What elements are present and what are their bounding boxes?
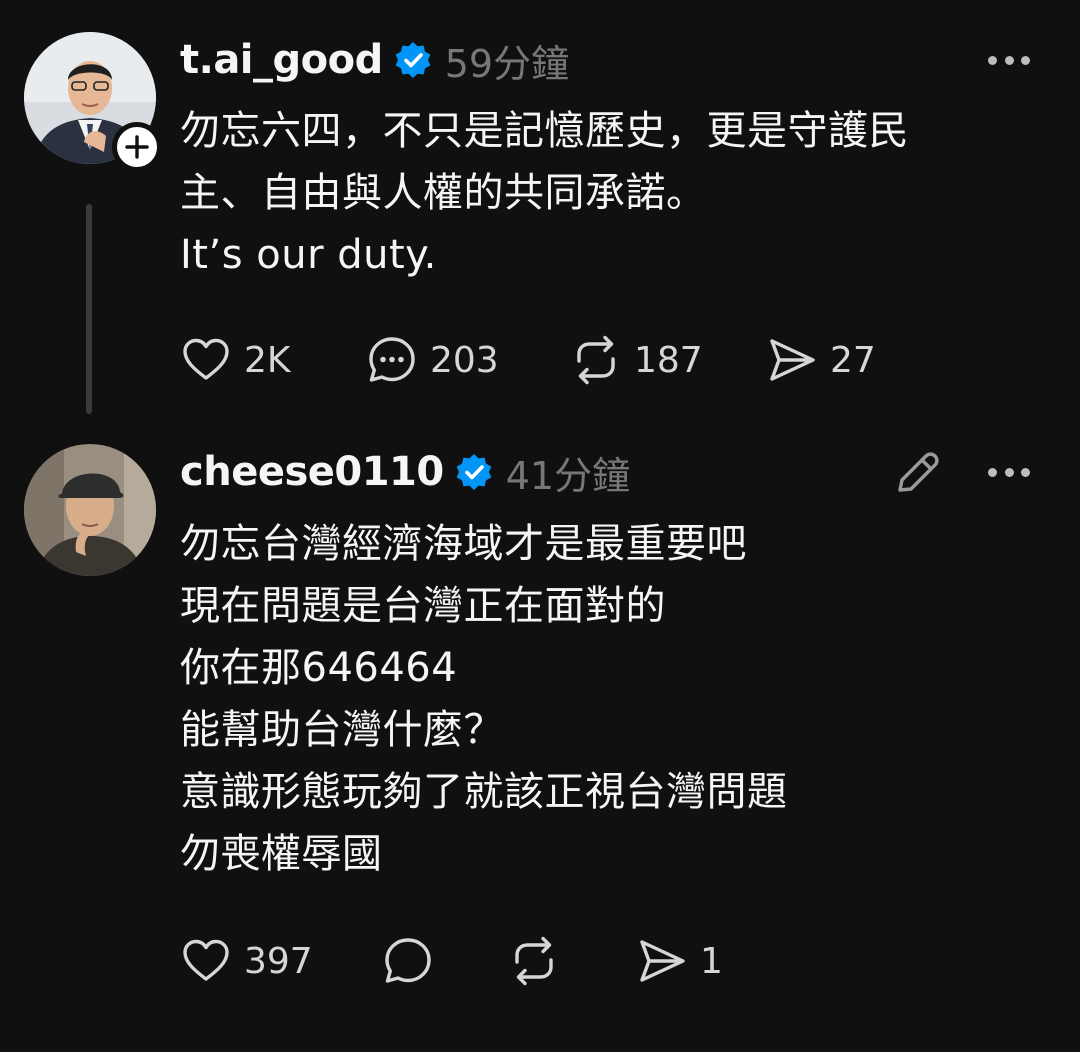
post-header: cheese0110 41分鐘 [180,442,630,502]
threads-feed: t.ai_good 59分鐘 勿忘六四，不只是記憶歷史，更是守護民 主、自由與人… [0,0,1080,1052]
like-count: 2K [244,339,291,381]
timestamp: 59分鐘 [444,41,570,86]
more-options-button[interactable] [988,54,1030,66]
send-icon [770,339,815,381]
thread-post[interactable]: t.ai_good 59分鐘 勿忘六四，不只是記憶歷史，更是守護民 主、自由與人… [0,0,1080,430]
avatar[interactable] [24,444,156,576]
post-actions: 2K 203 187 27 [180,332,876,388]
heart-icon [183,338,229,380]
like-count: 397 [244,940,313,982]
post-text-line: 意識形態玩夠了就該正視台灣問題 [180,769,788,815]
more-horizontal-icon [988,467,997,477]
reply-post[interactable]: cheese0110 41分鐘 勿忘台灣經濟海域才是最重要吧 現在問題是台灣正在… [0,430,1080,1052]
share-count: 1 [700,940,723,982]
post-text-line: 勿喪權辱國 [180,831,383,877]
post-text-line: 勿忘台灣經濟海域才是最重要吧 [180,521,747,567]
reply-count: 203 [430,339,499,381]
username[interactable]: t.ai_good [180,37,383,83]
repost-icon [577,335,615,385]
heart-icon [183,939,229,981]
reply-button[interactable]: 203 [366,334,570,386]
post-actions: 397 1 [180,933,723,989]
plus-icon [125,135,149,159]
thread-connector-line [86,204,92,414]
post-text-line: 你在那646464 [180,645,458,691]
send-icon [640,940,685,982]
post-text-line: 主、自由與人權的共同承諾。 [180,170,707,216]
reply-button[interactable] [382,935,508,987]
timestamp: 41分鐘 [505,453,631,498]
username[interactable]: cheese0110 [180,449,444,495]
post-text-line: It’s our duty. [180,232,437,278]
repost-button[interactable] [508,935,636,987]
share-button[interactable]: 27 [766,334,876,386]
post-text-line: 現在問題是台灣正在面對的 [180,583,666,629]
like-button[interactable]: 2K [180,334,366,386]
post-text: 勿忘六四，不只是記憶歷史，更是守護民 主、自由與人權的共同承諾。 It’s ou… [180,100,909,286]
repost-count: 187 [634,339,703,381]
repost-button[interactable]: 187 [570,334,766,386]
avatar-image [24,444,156,576]
more-horizontal-icon [988,55,997,65]
follow-button[interactable] [112,122,162,172]
edit-button[interactable] [892,446,944,498]
verified-badge-icon [395,42,431,78]
share-button[interactable]: 1 [636,935,723,987]
comment-icon [369,337,415,382]
post-header: t.ai_good 59分鐘 [180,30,569,90]
more-options-button[interactable] [988,466,1030,478]
post-text-line: 勿忘六四，不只是記憶歷史，更是守護民 [180,108,909,154]
pencil-icon [898,452,939,492]
post-text-line: 能幫助台灣什麼？ [180,707,504,753]
comment-icon [385,938,431,983]
verified-badge-icon [456,454,492,490]
share-count: 27 [830,339,876,381]
repost-icon [515,936,553,986]
post-text: 勿忘台灣經濟海域才是最重要吧 現在問題是台灣正在面對的 你在那646464 能幫… [180,513,788,885]
like-button[interactable]: 397 [180,935,382,987]
